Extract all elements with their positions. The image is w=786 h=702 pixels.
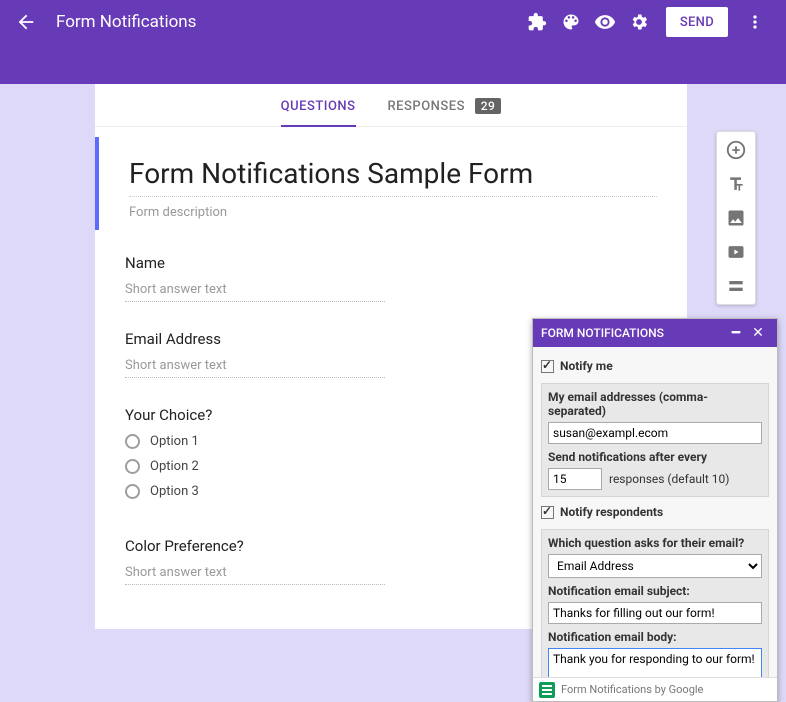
short-answer-placeholder: Short answer text	[125, 358, 385, 378]
body-label: Notification email body:	[548, 630, 762, 644]
back-icon[interactable]	[14, 10, 38, 34]
addon-footer: Form Notifications by Google	[533, 677, 777, 701]
body-textarea[interactable]	[548, 648, 762, 677]
notify-respondents-checkbox[interactable]: Notify respondents	[541, 505, 769, 519]
addon-panel: FORM NOTIFICATIONS ━ ✕ Notify me My emai…	[532, 318, 778, 702]
responses-badge: 29	[475, 98, 502, 114]
option-label: Option 1	[150, 434, 199, 449]
notify-respondents-label: Notify respondents	[560, 505, 663, 519]
addon-body: Notify me My email addresses (comma-sepa…	[533, 347, 777, 677]
option-label: Option 3	[150, 484, 199, 499]
notify-me-checkbox[interactable]: Notify me	[541, 359, 769, 373]
more-icon[interactable]	[738, 5, 772, 39]
add-title-icon[interactable]	[724, 172, 748, 196]
my-emails-label: My email addresses (comma-separated)	[548, 390, 762, 418]
question-label: Name	[125, 254, 657, 272]
addon-title: FORM NOTIFICATIONS	[541, 326, 664, 340]
minimize-icon[interactable]: ━	[725, 325, 747, 341]
checkbox-icon	[541, 506, 554, 519]
which-question-select[interactable]: Email Address	[548, 554, 762, 578]
checkbox-icon	[541, 360, 554, 373]
add-image-icon[interactable]	[724, 206, 748, 230]
tab-responses-label: RESPONSES	[388, 99, 465, 114]
gear-icon[interactable]	[622, 5, 656, 39]
which-question-label: Which question asks for their email?	[548, 536, 762, 550]
send-button[interactable]: SEND	[666, 7, 728, 37]
send-after-input[interactable]	[548, 468, 602, 490]
send-after-suffix: responses (default 10)	[609, 472, 730, 486]
add-question-icon[interactable]	[724, 138, 748, 162]
radio-icon	[125, 459, 140, 474]
form-description[interactable]: Form description	[129, 205, 657, 220]
close-icon[interactable]: ✕	[747, 325, 769, 341]
add-video-icon[interactable]	[724, 240, 748, 264]
notify-me-label: Notify me	[560, 359, 613, 373]
add-section-icon[interactable]	[724, 274, 748, 298]
floating-toolbar	[716, 131, 756, 305]
preview-icon[interactable]	[588, 5, 622, 39]
addons-icon[interactable]	[520, 5, 554, 39]
tab-row: QUESTIONS RESPONSES 29	[95, 84, 687, 127]
subject-input[interactable]	[548, 602, 762, 624]
short-answer-placeholder: Short answer text	[125, 565, 385, 585]
tab-questions[interactable]: QUESTIONS	[281, 85, 356, 126]
radio-icon	[125, 434, 140, 449]
subject-label: Notification email subject:	[548, 584, 762, 598]
form-title[interactable]: Form Notifications Sample Form	[129, 157, 657, 197]
radio-icon	[125, 484, 140, 499]
send-after-label: Send notifications after every	[548, 450, 762, 464]
my-emails-input[interactable]	[548, 422, 762, 444]
short-answer-placeholder: Short answer text	[125, 282, 385, 302]
question-name[interactable]: Name Short answer text	[95, 240, 687, 316]
option-label: Option 2	[150, 459, 199, 474]
addon-header: FORM NOTIFICATIONS ━ ✕	[533, 319, 777, 347]
apps-script-icon	[539, 682, 555, 698]
palette-icon[interactable]	[554, 5, 588, 39]
tab-responses[interactable]: RESPONSES 29	[388, 84, 502, 126]
page-title: Form Notifications	[56, 12, 196, 32]
app-header: Form Notifications SEND	[0, 0, 786, 44]
addon-footer-label: Form Notifications by Google	[561, 683, 703, 696]
